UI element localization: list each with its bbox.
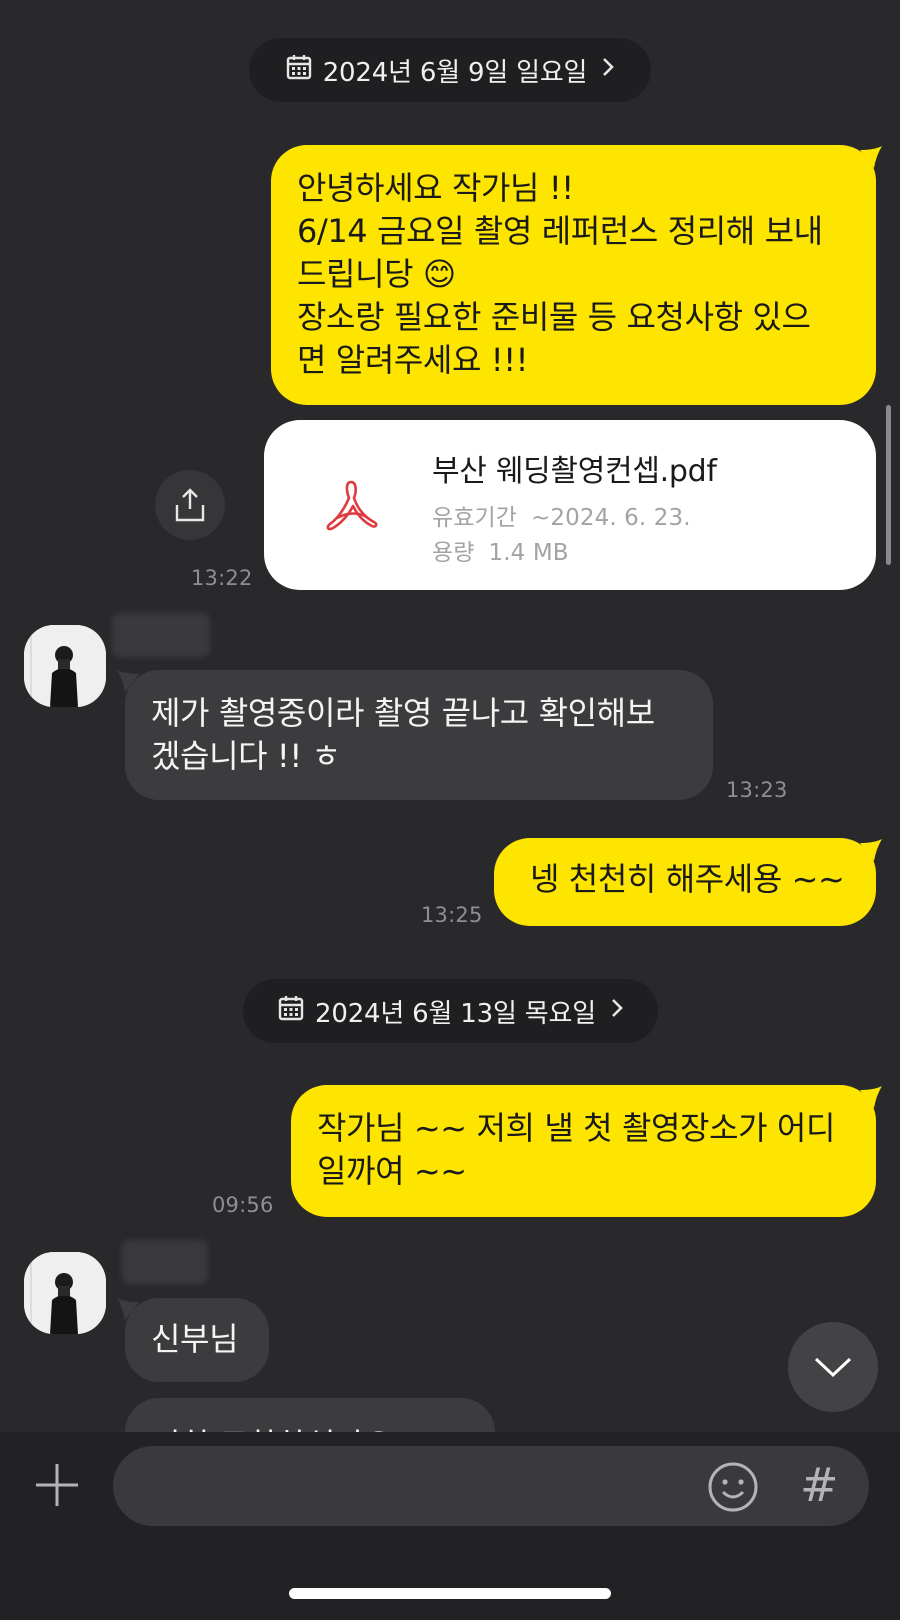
their-message-bubble[interactable]: 제가 촬영중이라 촬영 끝나고 확인해보 겠습니다 !! ㅎ bbox=[125, 670, 713, 800]
pdf-icon bbox=[322, 476, 380, 534]
date-divider[interactable]: 2024년 6월 9일 일요일 bbox=[249, 38, 651, 102]
message-line: 6/14 금요일 촬영 레퍼런스 정리해 보내 bbox=[297, 212, 823, 250]
date-label: 2024년 6월 13일 목요일 bbox=[315, 998, 596, 1029]
hash-button[interactable]: # bbox=[800, 1458, 839, 1512]
file-size: 용량 1.4 MB bbox=[432, 533, 569, 567]
emoji-icon bbox=[708, 1462, 758, 1512]
message-line: 일까여 ~~ bbox=[317, 1152, 467, 1190]
message-line: 드립니당 😊 bbox=[297, 255, 456, 293]
plus-icon bbox=[36, 1464, 78, 1506]
sender-name bbox=[112, 613, 210, 657]
file-name: 부산 웨딩촬영컨셉.pdf bbox=[432, 454, 717, 489]
attach-button[interactable] bbox=[32, 1460, 82, 1510]
message-line: 제가 촬영중이라 촬영 끝나고 확인해보 bbox=[151, 694, 655, 732]
sender-name bbox=[122, 1240, 208, 1284]
home-indicator bbox=[289, 1588, 611, 1599]
bubble-tail bbox=[860, 839, 882, 861]
message-text: 넹 천천히 해주세용 ~~ bbox=[530, 860, 845, 898]
chevron-right-icon bbox=[601, 55, 615, 85]
message-line: 안녕하세요 작가님 !! bbox=[297, 169, 574, 207]
file-expiry-value: ~2024. 6. 23. bbox=[531, 505, 691, 531]
message-line: 겠습니다 !! ㅎ bbox=[151, 737, 341, 775]
emoji-button[interactable] bbox=[706, 1460, 760, 1514]
message-line: 장소랑 필요한 준비물 등 요청사항 있으 bbox=[297, 298, 811, 336]
their-message-bubble[interactable]: 신부님 bbox=[125, 1298, 269, 1382]
message-line: 면 알려주세요 !!! bbox=[297, 341, 529, 379]
message-time: 13:25 bbox=[421, 903, 483, 927]
calendar-icon bbox=[277, 994, 305, 1029]
chevron-down-icon bbox=[814, 1357, 852, 1378]
scrollbar[interactable] bbox=[886, 405, 891, 565]
bubble-tail bbox=[117, 670, 139, 692]
message-time: 13:22 bbox=[191, 566, 253, 590]
bubble-tail bbox=[860, 146, 882, 168]
file-attachment-card[interactable]: 부산 웨딩촬영컨셉.pdf 유효기간 ~2024. 6. 23. 용량 1.4 MB bbox=[264, 420, 876, 590]
message-time: 09:56 bbox=[212, 1193, 274, 1217]
file-size-label: 용량 bbox=[432, 540, 475, 566]
scroll-to-bottom-button[interactable] bbox=[788, 1322, 878, 1412]
chat-screen: 2024년 6월 9일 일요일 안녕하세요 작가님 !! 6/14 금요일 촬영… bbox=[0, 0, 900, 1620]
message-time: 13:23 bbox=[726, 778, 788, 802]
bubble-tail bbox=[860, 1086, 882, 1108]
avatar[interactable] bbox=[24, 1252, 106, 1334]
my-message-bubble[interactable]: 넹 천천히 해주세용 ~~ bbox=[494, 838, 876, 926]
share-button[interactable] bbox=[155, 470, 225, 540]
my-message-bubble[interactable]: 안녕하세요 작가님 !! 6/14 금요일 촬영 레퍼런스 정리해 보내 드립니… bbox=[271, 145, 876, 405]
share-icon bbox=[175, 488, 205, 522]
date-divider[interactable]: 2024년 6월 13일 목요일 bbox=[243, 979, 658, 1043]
date-label: 2024년 6월 9일 일요일 bbox=[322, 57, 588, 88]
message-text: 신부님 bbox=[151, 1320, 239, 1358]
file-size-value: 1.4 MB bbox=[488, 540, 569, 566]
file-expiry: 유효기간 ~2024. 6. 23. bbox=[432, 498, 691, 532]
avatar[interactable] bbox=[24, 625, 106, 707]
calendar-icon bbox=[285, 53, 313, 88]
message-line: 작가님 ~~ 저희 낼 첫 촬영장소가 어디 bbox=[317, 1109, 836, 1147]
my-message-bubble[interactable]: 작가님 ~~ 저희 낼 첫 촬영장소가 어디 일까여 ~~ bbox=[291, 1085, 876, 1217]
chevron-right-icon bbox=[610, 996, 624, 1026]
file-expiry-label: 유효기간 bbox=[432, 505, 518, 531]
bubble-tail bbox=[117, 1298, 139, 1320]
